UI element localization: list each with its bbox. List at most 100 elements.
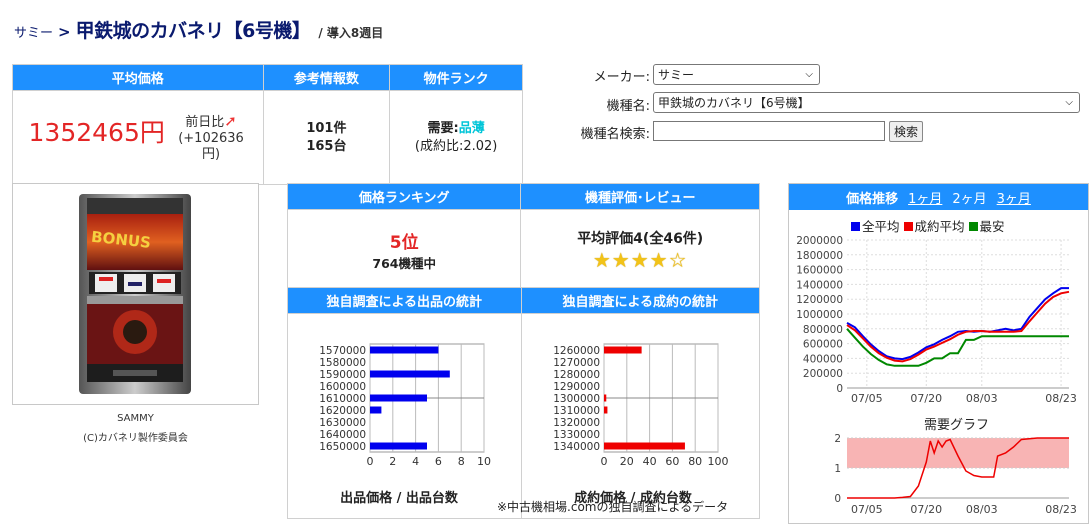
- contract-stats-chart: 0 20 40 60 80 100 1260000127000012800001290000…: [553, 343, 728, 506]
- x-tick-label: 4: [412, 455, 419, 468]
- bar: [603, 442, 685, 450]
- period-2-months-link[interactable]: 2ヶ月: [952, 188, 986, 207]
- period-3-months-link[interactable]: 3ヶ月: [997, 188, 1031, 207]
- y-tick-label: 1000000: [796, 309, 843, 321]
- bar: [370, 346, 439, 354]
- search-button[interactable]: 検索: [889, 121, 923, 142]
- avg-price-header: 平均価格: [12, 64, 264, 91]
- x-tick-label: 0: [367, 455, 374, 468]
- property-rank-cell: 需要:品薄 (成約比:2.02): [389, 90, 523, 185]
- y-tick-label: 1630000: [319, 417, 366, 429]
- x-tick-label: 60: [665, 455, 679, 468]
- up-arrow-icon: ➚: [224, 111, 237, 130]
- y-tick-label: 200000: [803, 368, 843, 380]
- legend-swatch: [903, 222, 913, 231]
- info-count: 101件: [306, 120, 347, 136]
- breadcrumb: サミー > 甲鉄城のカバネリ【6号機】 / 導入8週目: [14, 16, 383, 43]
- y-tick-label: 1570000: [319, 345, 366, 357]
- price-trend-chart: 0 200000 400000 600000 800000 1000000 1200000 1…: [796, 235, 1077, 405]
- review-text: 平均評価4(全46件): [577, 230, 704, 247]
- y-tick-label: 1: [834, 463, 841, 475]
- y-tick-label: 1260000: [553, 345, 600, 357]
- chevron-down-icon: ⌵: [805, 69, 813, 80]
- chevron-down-icon: ⌵: [1065, 97, 1073, 108]
- avg-price-value: 1352465円: [28, 117, 165, 147]
- stats-table: 独自調査による出品の統計 独自調査による成約の統計 0 2 4 6 8 10 1570000…: [287, 287, 760, 519]
- y-tick-label: 1620000: [319, 405, 366, 417]
- model-select-value: 甲鉄城のカバネリ【6号機】: [658, 96, 810, 110]
- bar: [370, 442, 428, 450]
- rank-total: 764機種中: [372, 255, 436, 271]
- y-tick-label: 400000: [803, 353, 843, 365]
- legend-swatch: [851, 222, 860, 231]
- x-tick-label: 0: [600, 455, 607, 468]
- y-tick-label: 1290000: [553, 381, 600, 393]
- summary-table: 平均価格 参考情報数 物件ランク 1352465円 前日比➚ (+102636円…: [12, 64, 523, 185]
- price-trend-panel: 価格推移 1ヶ月 2ヶ月 3ヶ月 全平均 成約平均 最安 0 200000 4000…: [788, 183, 1089, 524]
- period-1-month-link[interactable]: 1ヶ月: [908, 188, 942, 207]
- contract-ratio: (成約比:2.02): [414, 138, 498, 154]
- demand-band: [847, 438, 1069, 468]
- bar: [370, 394, 428, 402]
- prev-day-label: 前日比: [185, 114, 225, 130]
- model-select[interactable]: 甲鉄城のカバネリ【6号機】 ⌵: [653, 92, 1080, 113]
- maker-select[interactable]: サミー ⌵: [653, 64, 820, 85]
- x-tick-label: 07/05: [851, 503, 883, 516]
- maker-select-value: サミー: [658, 68, 695, 82]
- x-tick-label: 80: [688, 455, 702, 468]
- x-axis-title: 出品価格 / 出品台数: [340, 490, 459, 506]
- y-tick-label: 1300000: [553, 393, 600, 405]
- x-tick-label: 10: [477, 455, 491, 468]
- listing-chart-cell: 0 2 4 6 8 10 1570000 1580000 1590000 1600000 16100…: [287, 313, 522, 519]
- breadcrumb-separator: >: [58, 23, 71, 41]
- listing-stats-chart: 0 2 4 6 8 10 157000015800001590000160000016100…: [319, 343, 491, 506]
- y-tick-label: 1330000: [553, 429, 600, 441]
- y-tick-label: 1610000: [319, 393, 366, 405]
- rank-header: 物件ランク: [389, 64, 523, 91]
- y-tick-label: 1340000: [553, 441, 600, 453]
- page-title: 甲鉄城のカバネリ【6号機】: [75, 20, 311, 42]
- review-header: 機種評価･レビュー: [520, 183, 760, 210]
- x-tick-label: 08/03: [966, 392, 998, 405]
- x-tick-label: 07/20: [910, 392, 942, 405]
- machine-copyright: (C)カバネリ製作委員会: [83, 433, 188, 444]
- page-subtitle: / 導入8週目: [318, 26, 384, 40]
- contract-stats-header: 独自調査による成約の統計: [520, 287, 760, 314]
- bar: [370, 406, 382, 414]
- x-tick-label: 08/23: [1045, 392, 1077, 405]
- x-tick-label: 08/03: [966, 503, 998, 516]
- y-tick-label: 1580000: [319, 357, 366, 369]
- rank-value: 5位: [389, 232, 419, 253]
- search-input[interactable]: [653, 121, 885, 141]
- y-tick-label: 1320000: [553, 417, 600, 429]
- demand-chart: 0 1 2 07/05 07/20 08/03 08/23: [834, 433, 1077, 516]
- breadcrumb-maker-link[interactable]: サミー: [14, 22, 53, 41]
- x-tick-label: 07/05: [851, 392, 883, 405]
- y-tick-label: 0: [834, 493, 841, 505]
- legend-swatch: [968, 222, 978, 231]
- search-label: 機種名検索:: [580, 127, 650, 142]
- x-tick-label: 40: [642, 455, 656, 468]
- contract-chart-cell: 0 20 40 60 80 100 1260000 1270000 1280000 1290000…: [520, 313, 760, 519]
- rank-review-table: 価格ランキング 機種評価･レビュー 5位 764機種中 平均評価4(全46件) …: [286, 183, 760, 290]
- demand-label: 需要:: [427, 120, 459, 136]
- y-tick-label: 1200000: [796, 294, 843, 306]
- info-count-cell: 101件 165台: [262, 90, 391, 185]
- y-tick-label: 1400000: [796, 279, 843, 291]
- y-tick-label: 1310000: [553, 405, 600, 417]
- info-count-header: 参考情報数: [262, 64, 391, 91]
- machine-maker-caption: SAMMY: [117, 413, 154, 424]
- y-tick-label: 0: [836, 383, 843, 395]
- machine-image-frame: BONUS: [12, 183, 259, 405]
- x-tick-label: 2: [390, 455, 397, 468]
- y-tick-label: 800000: [803, 324, 843, 336]
- y-tick-label: 600000: [803, 339, 843, 351]
- avg-price-cell: 1352465円 前日比➚ (+102636円): [12, 90, 264, 185]
- review-cell[interactable]: 平均評価4(全46件) ★★★★☆: [520, 209, 760, 290]
- x-tick-label: 8: [458, 455, 465, 468]
- model-label: 機種名:: [606, 99, 650, 114]
- prev-day-compare: 前日比➚ (+102636円): [175, 113, 247, 163]
- x-tick-label: 08/23: [1045, 503, 1077, 516]
- demand-value: 品薄: [458, 120, 485, 136]
- ranking-header: 価格ランキング: [286, 183, 522, 210]
